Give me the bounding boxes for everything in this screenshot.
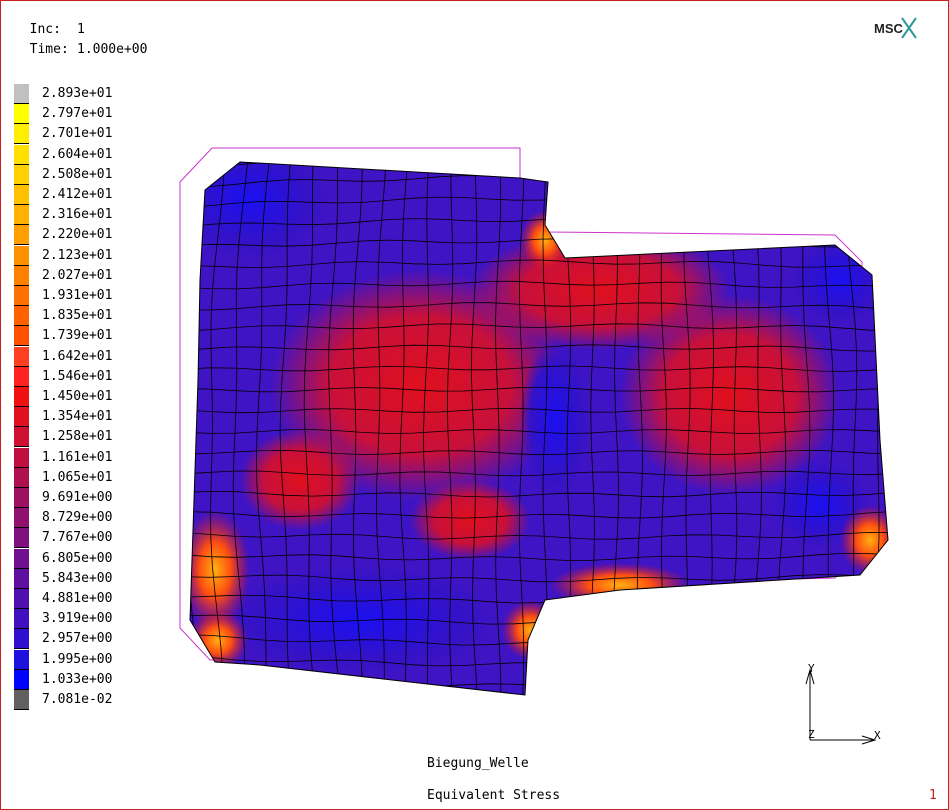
axis-triad: Y Z X — [805, 662, 881, 745]
result-type-label: Equivalent Stress — [427, 788, 561, 803]
axis-z-label: Z — [808, 728, 815, 741]
job-name: Biegung_Welle — [427, 756, 529, 771]
axis-y-label: Y — [808, 662, 815, 675]
page-number: 1 — [929, 788, 937, 803]
axis-x-label: X — [874, 729, 881, 742]
